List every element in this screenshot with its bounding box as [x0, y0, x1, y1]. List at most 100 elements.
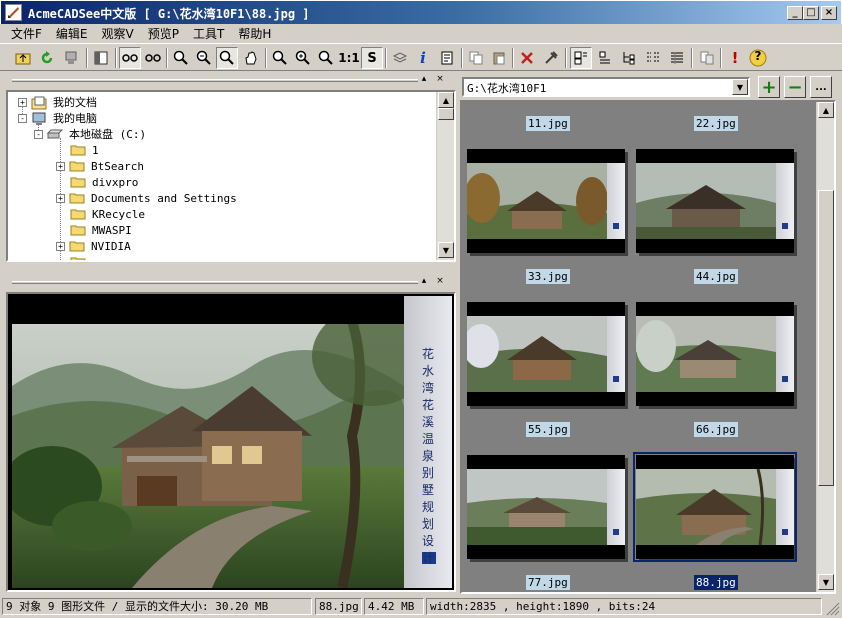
more-button[interactable]: ... [810, 76, 832, 98]
view-details-icon[interactable] [666, 47, 688, 69]
tree-item-mwaspi[interactable]: MWASPI [70, 222, 132, 238]
zoom-in-icon[interactable] [170, 47, 192, 69]
menu-tools[interactable]: 工具T [186, 25, 231, 42]
thumbnail-label[interactable]: 22.jpg [694, 116, 738, 131]
thumbnail-label-selected[interactable]: 88.jpg [694, 575, 738, 590]
menu-edit[interactable]: 编辑E [49, 25, 95, 42]
tree-pane-collapse-icon[interactable]: ▴ [418, 73, 430, 85]
menu-file[interactable]: 文件F [4, 25, 49, 42]
preview-pane-close-icon[interactable]: × [434, 275, 446, 287]
refresh-icon[interactable] [36, 47, 58, 69]
tree-item-label: MWASPI [92, 223, 132, 237]
thumbnail-image[interactable] [636, 149, 794, 253]
close-button[interactable]: × [821, 6, 837, 20]
tree-item-krecycle[interactable]: KRecycle [70, 206, 145, 222]
help-button[interactable]: ? [747, 47, 769, 69]
zoom-fit-icon[interactable] [315, 47, 337, 69]
collapse-icon[interactable]: - [34, 129, 43, 139]
maximize-button[interactable]: □ [803, 6, 819, 20]
menu-view[interactable]: 观察V [95, 25, 141, 42]
copy-icon[interactable] [465, 47, 487, 69]
thumbnail-image[interactable] [467, 149, 625, 253]
browser-scrollbar[interactable]: ▲ ▼ [816, 102, 834, 592]
view-tree-icon[interactable] [618, 47, 640, 69]
thumbnail-image[interactable] [467, 455, 625, 559]
compare-icon[interactable] [696, 47, 718, 69]
binoculars-icon[interactable] [119, 47, 141, 69]
paste-icon[interactable] [488, 47, 510, 69]
menu-preview[interactable]: 预览P [141, 25, 186, 42]
preview-image[interactable]: 花水湾花溪温泉别墅规划设计 [2, 293, 452, 590]
zoom-actual-button[interactable]: 1:1 [338, 47, 360, 69]
tree-item-folder-1[interactable]: 1 [70, 142, 99, 158]
dropdown-arrow-icon[interactable]: ▼ [732, 79, 748, 95]
preview-pane-header: ▴ × [4, 275, 456, 289]
thumbnail-picture [467, 469, 607, 545]
layers-icon[interactable] [389, 47, 411, 69]
title-bar[interactable]: AcmeCADSee中文版 [ G:\花水湾10F1\88.jpg ] _ □ … [0, 0, 842, 24]
drive-icon [46, 128, 64, 140]
scroll-down-arrow-icon[interactable]: ▼ [818, 574, 834, 590]
scroll-up-arrow-icon[interactable]: ▲ [438, 92, 454, 108]
scroll-up-arrow-icon[interactable]: ▲ [818, 102, 834, 118]
zoom-realtime-icon[interactable] [292, 47, 314, 69]
folder-up-icon[interactable] [12, 47, 34, 69]
preview-side-text: 花水湾花溪温泉别墅规划设计 [422, 347, 435, 565]
tree-scrollbar[interactable]: ▲ ▼ [436, 92, 454, 260]
zoom-window-icon[interactable] [216, 47, 238, 69]
menu-help[interactable]: 帮助H [231, 25, 278, 42]
expand-icon[interactable]: + [56, 193, 65, 203]
thumbnail-label[interactable]: 44.jpg [694, 269, 738, 284]
documents-icon [31, 96, 47, 110]
folder-icon [69, 160, 85, 172]
view-large-icons-icon[interactable] [594, 47, 616, 69]
pan-hand-icon[interactable] [240, 47, 262, 69]
tree-item-btsearch[interactable]: + BtSearch [56, 158, 144, 174]
tree-item-my-computer[interactable]: - 我的电脑 [18, 110, 97, 126]
tree-item-documents-and-settings[interactable]: + Documents and Settings [56, 190, 237, 206]
alert-button[interactable]: ! [724, 47, 746, 69]
delete-icon[interactable] [516, 47, 538, 69]
tree-item-nvidia[interactable]: + NVIDIA [56, 238, 131, 254]
help-glyph: ? [754, 49, 762, 63]
minimize-button[interactable]: _ [787, 6, 803, 20]
network-icon[interactable] [60, 47, 82, 69]
tree-item-local-disk-c[interactable]: - 本地磁盘 (C:) [34, 126, 146, 142]
add-button[interactable]: + [758, 76, 780, 98]
thumbnail-label[interactable]: 11.jpg [526, 116, 570, 131]
thumbnail-label[interactable]: 66.jpg [694, 422, 738, 437]
tools-icon[interactable] [540, 47, 562, 69]
expand-icon[interactable]: + [56, 161, 65, 171]
thumbnail-label[interactable]: 77.jpg [526, 575, 570, 590]
resize-grip-icon[interactable] [824, 600, 840, 616]
zoom-extents-icon[interactable] [269, 47, 291, 69]
expand-icon[interactable]: + [56, 241, 65, 251]
tree-item-label: divxpro [92, 175, 139, 189]
thumbnail-image-selected[interactable] [633, 452, 797, 562]
computer-icon [31, 112, 47, 125]
tree-pane-close-icon[interactable]: × [434, 73, 446, 85]
preview-pane-collapse-icon[interactable]: ▴ [418, 275, 430, 287]
thumbnail-image[interactable] [467, 302, 625, 406]
path-combobox[interactable]: G:\花水湾10F1 ▼ [462, 77, 750, 97]
view-thumbnails-icon[interactable] [570, 47, 592, 69]
thumbnail-image[interactable] [636, 302, 794, 406]
app-icon[interactable] [5, 4, 22, 21]
scroll-thumb[interactable] [438, 108, 454, 120]
collapse-icon[interactable]: - [18, 113, 27, 123]
tree-item-divxpro[interactable]: divxpro [70, 174, 138, 190]
zoom-out-icon[interactable] [193, 47, 215, 69]
binoculars-alt-icon[interactable] [142, 47, 164, 69]
remove-button[interactable]: − [784, 76, 806, 98]
scroll-thumb[interactable] [818, 190, 834, 486]
thumbnail-label[interactable]: 33.jpg [526, 269, 570, 284]
thumbnail-label[interactable]: 55.jpg [526, 422, 570, 437]
info-button[interactable]: i [412, 47, 434, 69]
s-toggle-button[interactable]: S [361, 47, 383, 69]
properties-icon[interactable] [436, 47, 458, 69]
view-list-icon[interactable] [642, 47, 664, 69]
expand-icon[interactable]: + [18, 97, 27, 107]
layout-icon[interactable] [90, 47, 112, 69]
tree-item-my-documents[interactable]: + 我的文档 [18, 94, 97, 110]
scroll-down-arrow-icon[interactable]: ▼ [438, 242, 454, 258]
